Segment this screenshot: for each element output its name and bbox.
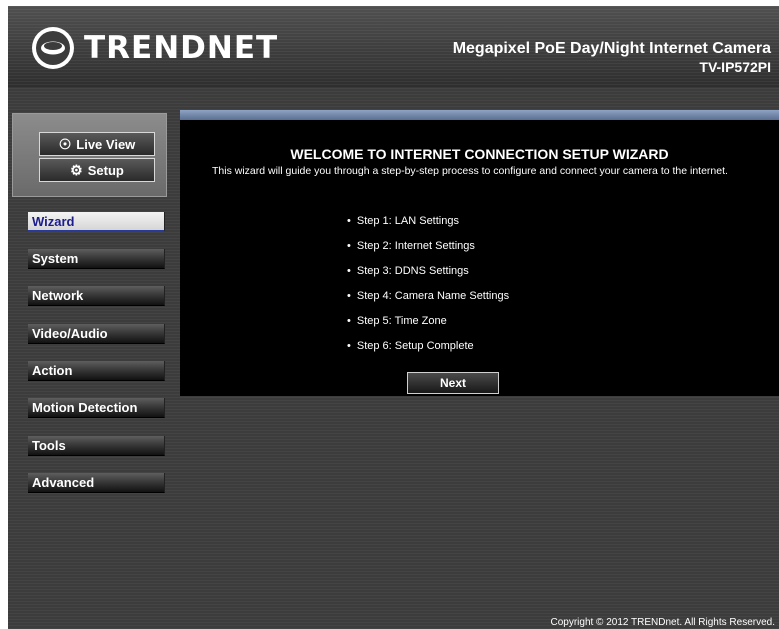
list-item: • Step 1: LAN Settings: [347, 214, 509, 239]
bullet-icon: •: [347, 240, 351, 252]
product-model: TV-IP572PI: [699, 59, 771, 75]
step-label: Step 3: DDNS Settings: [356, 265, 469, 277]
list-item: • Step 6: Setup Complete: [347, 339, 509, 364]
live-view-button[interactable]: ☉ Live View: [39, 132, 155, 156]
step-label: Step 5: Time Zone: [356, 315, 447, 327]
wizard-panel: WELCOME TO INTERNET CONNECTION SETUP WIZ…: [180, 110, 779, 396]
next-button[interactable]: Next: [407, 372, 499, 394]
sidebar-item-video-audio[interactable]: Video/Audio: [28, 324, 165, 344]
bullet-icon: •: [347, 215, 351, 227]
wizard-description: This wizard will guide you through a ste…: [212, 165, 728, 177]
sidebar-item-system[interactable]: System: [28, 249, 165, 269]
step-label: Step 6: Setup Complete: [356, 340, 474, 352]
gear-icon: ⚙: [70, 161, 83, 178]
live-view-label: Live View: [76, 136, 136, 152]
step-label: Step 4: Camera Name Settings: [356, 290, 510, 302]
step-label: Step 1: LAN Settings: [356, 215, 459, 227]
bullet-icon: •: [347, 315, 351, 327]
sidebar-item-motion-detection[interactable]: Motion Detection: [28, 398, 165, 418]
sidebar-item-network[interactable]: Network: [28, 286, 165, 306]
list-item: • Step 3: DDNS Settings: [347, 264, 509, 289]
bullet-icon: •: [347, 265, 351, 277]
product-title: Megapixel PoE Day/Night Internet Camera …: [453, 40, 771, 76]
list-item: • Step 4: Camera Name Settings: [347, 289, 509, 314]
camera-eye-icon: ☉: [58, 135, 72, 152]
wizard-title: WELCOME TO INTERNET CONNECTION SETUP WIZ…: [290, 146, 669, 162]
sidebar-item-wizard[interactable]: Wizard: [28, 212, 165, 232]
sidebar-item-tools[interactable]: Tools: [28, 436, 165, 456]
trendnet-logo-icon: [32, 27, 74, 69]
sidebar-item-advanced[interactable]: Advanced: [28, 473, 165, 493]
header: TRENDNET Megapixel PoE Day/Night Interne…: [8, 6, 779, 88]
panel-title-bar: [180, 110, 779, 120]
trendnet-logo: TRENDNET: [30, 24, 278, 72]
setup-label: Setup: [87, 162, 124, 178]
wizard-steps-list: • Step 1: LAN Settings • Step 2: Internet …: [347, 214, 509, 364]
list-item: • Step 5: Time Zone: [347, 314, 509, 339]
sidebar-item-action[interactable]: Action: [28, 361, 165, 381]
copyright-text: Copyright © 2012 TRENDnet. All Rights Re…: [550, 617, 775, 628]
product-name: Megapixel PoE Day/Night Internet Camera: [452, 40, 771, 57]
logo-text: TRENDNET: [84, 30, 279, 66]
bullet-icon: •: [347, 290, 351, 302]
setup-button[interactable]: ⚙ Setup: [39, 158, 155, 182]
bullet-icon: •: [347, 340, 351, 352]
view-mode-panel: ☉ Live View ⚙ Setup: [12, 113, 167, 197]
step-label: Step 2: Internet Settings: [356, 240, 475, 252]
camera-web-ui: TRENDNET Megapixel PoE Day/Night Interne…: [8, 6, 779, 629]
list-item: • Step 2: Internet Settings: [347, 239, 509, 264]
